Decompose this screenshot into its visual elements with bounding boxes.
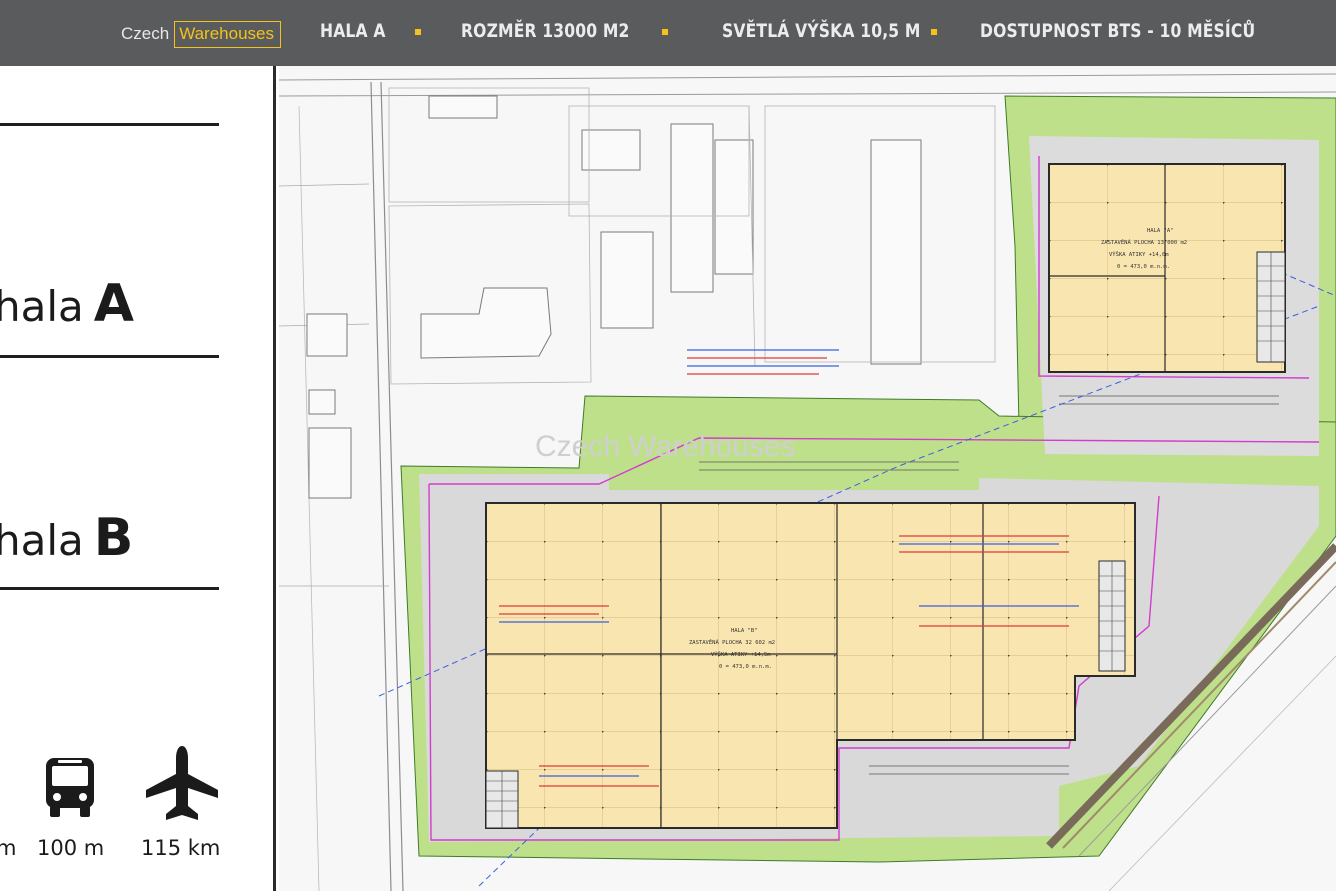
hall-b-label: HALA "B" (731, 628, 758, 634)
hall-a-label: HALA "A" (1147, 228, 1174, 234)
hall-b-area: ZASTAVĚNÁ PLOCHA 32 602 m2 (689, 638, 775, 646)
hala-a-word: hala (0, 282, 84, 331)
distance-bus: 100 m (37, 836, 105, 860)
hall-b-level: 0 = 473,0 m.n.m. (719, 664, 772, 670)
nav-dostupnost[interactable]: DOSTUPNOST BTS - 10 MĚSÍCŮ (980, 20, 1255, 42)
site-plan-image: HALA "B" ZASTAVĚNÁ PLOCHA 32 602 m2 VÝŠK… (279, 66, 1336, 891)
distance-airport: 115 km (141, 836, 221, 860)
nav-separator-dot (415, 29, 421, 35)
left-panel: hala A hala B (0, 66, 276, 891)
nav-rozmer[interactable]: ROZMĚR 13000 M2 (461, 20, 630, 42)
hall-a-area: ZASTAVĚNÁ PLOCHA 13 000 m2 (1101, 238, 1187, 246)
nav-hala-a[interactable]: HALA A (320, 20, 386, 42)
distance-walk: m (0, 836, 17, 860)
hala-b-letter: B (93, 508, 134, 568)
airplane-icon (144, 744, 220, 822)
hall-b-height: VÝŠKA ATIKY +14,5m (711, 651, 771, 658)
brand-warehouses-text: Warehouses (174, 20, 281, 48)
brand-czech-text: Czech (121, 24, 170, 43)
top-bar: Czech Warehouses HALA A ROZMĚR 13000 M2 … (0, 0, 1336, 66)
watermark: Czech Warehouses (535, 430, 796, 463)
nav-separator-dot (662, 29, 668, 35)
hall-a-level: 0 = 473,0 m.n.m. (1117, 264, 1170, 270)
brand-logo[interactable]: Czech Warehouses (121, 18, 281, 50)
nav-svetla-vyska[interactable]: SVĚTLÁ VÝŠKA 10,5 M (722, 20, 921, 42)
divider (0, 355, 219, 358)
hala-b-link[interactable]: hala B (0, 508, 133, 568)
nav-separator-dot (931, 29, 937, 35)
divider (0, 587, 219, 590)
bus-icon (44, 756, 96, 818)
hala-a-link[interactable]: hala A (0, 274, 134, 334)
hall-a-height: VÝŠKA ATIKY +14,0m (1109, 251, 1169, 258)
divider (0, 123, 219, 126)
hala-b-word: hala (0, 516, 84, 565)
hala-a-letter: A (93, 274, 135, 334)
